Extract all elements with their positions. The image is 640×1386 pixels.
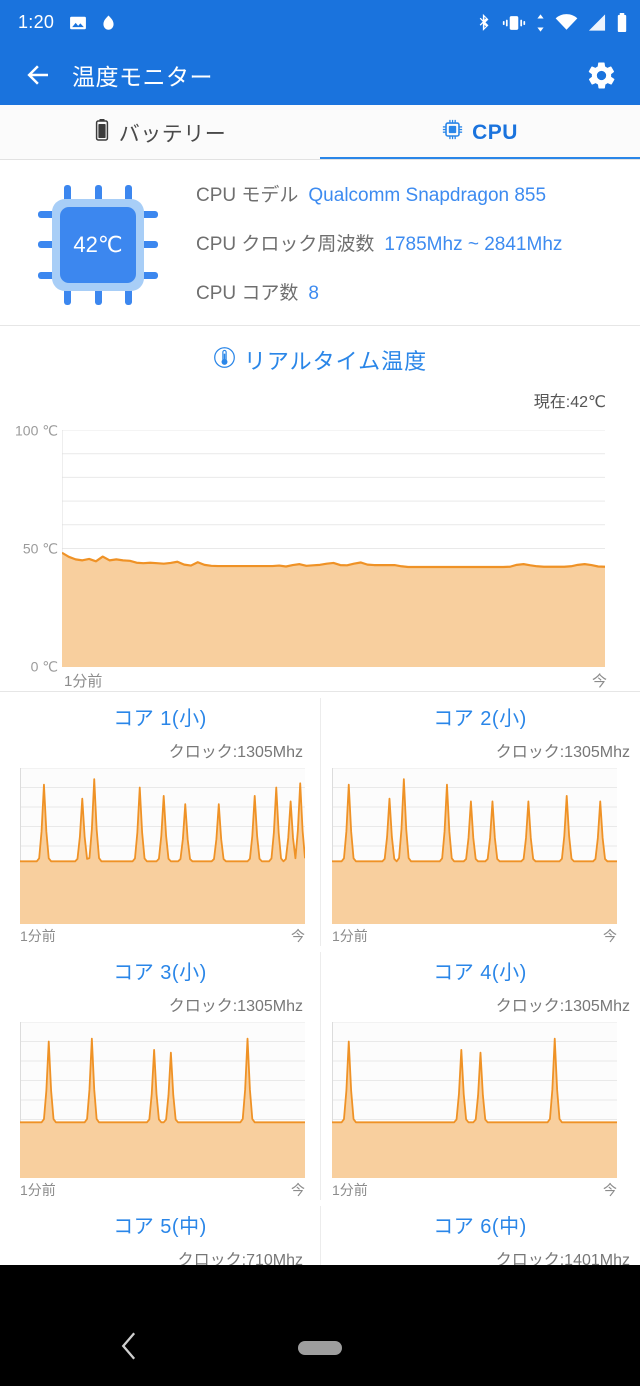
core-usage-chart <box>20 1021 305 1179</box>
cpu-cores-label: CPU コア数 <box>196 283 299 304</box>
tab-battery-label: バッテリー <box>118 122 227 146</box>
core-clock-label: クロック:1305Mhz <box>495 744 630 761</box>
x-axis-label-left: 1分前 <box>332 1182 368 1198</box>
core-title: コア 5(中) <box>113 1216 207 1238</box>
core-cell: コア 5(中)クロック:710Mhz1分前今 <box>0 1200 320 1265</box>
realtime-title: リアルタイム温度 <box>243 349 428 374</box>
cpu-chip-icon <box>442 119 463 146</box>
core-column-divider <box>320 1206 321 1265</box>
core-x-axis: 1分前 今 <box>20 1180 305 1200</box>
core-title: コア 6(中) <box>433 1216 527 1238</box>
x-axis-label-left: 1分前 <box>332 928 368 944</box>
x-axis-label-left: 1分前 <box>64 673 103 690</box>
navigation-bar <box>0 1310 640 1386</box>
cpu-cores-grid: コア 1(小) クロック:1305Mhz 1分前今コア 2(小) クロック:1305M… <box>0 692 640 1265</box>
core-cell: コア 4(小) クロック:1305Mhz 1分前 今 <box>320 946 640 1200</box>
x-axis-label-right: 今 <box>591 673 607 690</box>
core-x-axis: 1分前 今 <box>332 926 617 946</box>
cpu-chip-graphic: 42℃ <box>0 184 196 305</box>
core-cell: コア 2(小) クロック:1305Mhz 1分前 今 <box>320 692 640 946</box>
x-axis-label-right: 今 <box>291 1182 305 1198</box>
core-usage-chart <box>332 1021 617 1179</box>
cpu-cores-row: CPU コア数 8 <box>196 278 624 305</box>
wifi-icon <box>555 13 578 32</box>
core-clock-label: クロック:1305Mhz <box>168 744 303 761</box>
cpu-cores-section: コア 1(小) クロック:1305Mhz 1分前今コア 2(小) クロック:1305M… <box>0 691 640 1265</box>
battery-icon <box>616 12 628 33</box>
realtime-current-value: 現在:42℃ <box>533 394 606 411</box>
x-axis-label-right: 今 <box>603 928 617 944</box>
image-icon <box>68 13 88 33</box>
flame-icon <box>99 13 118 33</box>
x-axis-label-right: 今 <box>291 928 305 944</box>
core-clock-label: クロック:710Mhz <box>177 1252 303 1265</box>
y-axis-tick-100: 100 ℃ <box>15 422 58 439</box>
thermometer-icon <box>213 346 236 374</box>
x-axis-label-left: 1分前 <box>20 928 56 944</box>
app-bar: 温度モニター <box>0 45 640 105</box>
core-clock-label: クロック:1305Mhz <box>168 998 303 1015</box>
page-title: 温度モニター <box>72 64 213 90</box>
y-axis-tick-50: 50 ℃ <box>22 540 58 557</box>
core-title: コア 3(小) <box>113 962 207 984</box>
core-clock-label: クロック:1401Mhz <box>495 1252 630 1265</box>
cpu-cores-value: 8 <box>308 283 319 304</box>
core-column-divider <box>320 952 321 1200</box>
core-x-axis: 1分前 今 <box>332 1180 617 1200</box>
x-axis-label-left: 1分前 <box>20 1182 56 1198</box>
realtime-title-row: リアルタイム温度 <box>0 344 640 376</box>
tab-bar: バッテリー CPU <box>0 105 640 160</box>
status-clock: 1:20 <box>18 12 55 32</box>
cpu-chip-icon: 42℃ <box>38 184 158 305</box>
chart-area-fill <box>62 552 605 667</box>
bluetooth-icon <box>478 12 493 33</box>
core-cell: コア 3(小) クロック:1305Mhz 1分前 今 <box>0 946 320 1200</box>
cpu-chip-temp: 42℃ <box>60 206 136 283</box>
main-content: 42℃ CPU モデル Qualcomm Snapdragon 855 CPU … <box>0 160 640 1265</box>
tab-battery[interactable]: バッテリー <box>0 105 320 160</box>
home-pill[interactable] <box>298 1341 342 1355</box>
core-usage-chart <box>20 767 306 925</box>
nav-back-icon[interactable] <box>118 1331 140 1366</box>
cpu-info-panel: 42℃ CPU モデル Qualcomm Snapdragon 855 CPU … <box>0 160 640 325</box>
realtime-temperature-section: リアルタイム温度 現在:42℃ 100 ℃ 50 ℃ 0 ℃ 1分前 今 <box>0 326 640 691</box>
x-axis-label-right: 今 <box>603 1182 617 1198</box>
cpu-model-row: CPU モデル Qualcomm Snapdragon 855 <box>196 180 624 207</box>
data-transfer-icon <box>535 13 546 33</box>
core-column-divider <box>320 698 321 946</box>
cpu-clock-value: 1785Mhz ~ 2841Mhz <box>384 234 563 255</box>
core-cell: コア 6(中)クロック:1401Mhz1分前今 <box>320 1200 640 1265</box>
gear-icon[interactable] <box>580 54 622 96</box>
core-title: コア 4(小) <box>433 962 527 984</box>
realtime-chart-plot <box>61 429 606 668</box>
core-usage-chart <box>332 767 617 925</box>
tab-cpu-label: CPU <box>472 120 518 144</box>
cellular-signal-icon <box>587 13 607 32</box>
core-x-axis: 1分前 今 <box>20 926 305 946</box>
core-title: コア 2(小) <box>433 708 527 730</box>
cpu-clock-label: CPU クロック周波数 <box>196 234 375 255</box>
y-axis-tick-0: 0 ℃ <box>30 658 58 675</box>
core-cell: コア 1(小) クロック:1305Mhz 1分前 今 <box>0 692 320 946</box>
vibrate-icon <box>502 13 526 33</box>
core-clock-label: クロック:1305Mhz <box>495 998 630 1015</box>
cpu-model-label: CPU モデル <box>196 185 299 206</box>
cpu-clock-row: CPU クロック周波数 1785Mhz ~ 2841Mhz <box>196 229 624 256</box>
cpu-field-list: CPU モデル Qualcomm Snapdragon 855 CPU クロック… <box>196 180 640 309</box>
battery-icon <box>94 118 110 148</box>
tab-cpu[interactable]: CPU <box>320 105 640 160</box>
cpu-model-value: Qualcomm Snapdragon 855 <box>308 185 547 206</box>
realtime-temperature-chart: 100 ℃ 50 ℃ 0 ℃ 1分前 今 <box>0 416 640 691</box>
arrow-back-icon[interactable] <box>18 55 58 95</box>
core-title: コア 1(小) <box>113 708 207 730</box>
status-bar: 1:20 <box>0 0 640 45</box>
